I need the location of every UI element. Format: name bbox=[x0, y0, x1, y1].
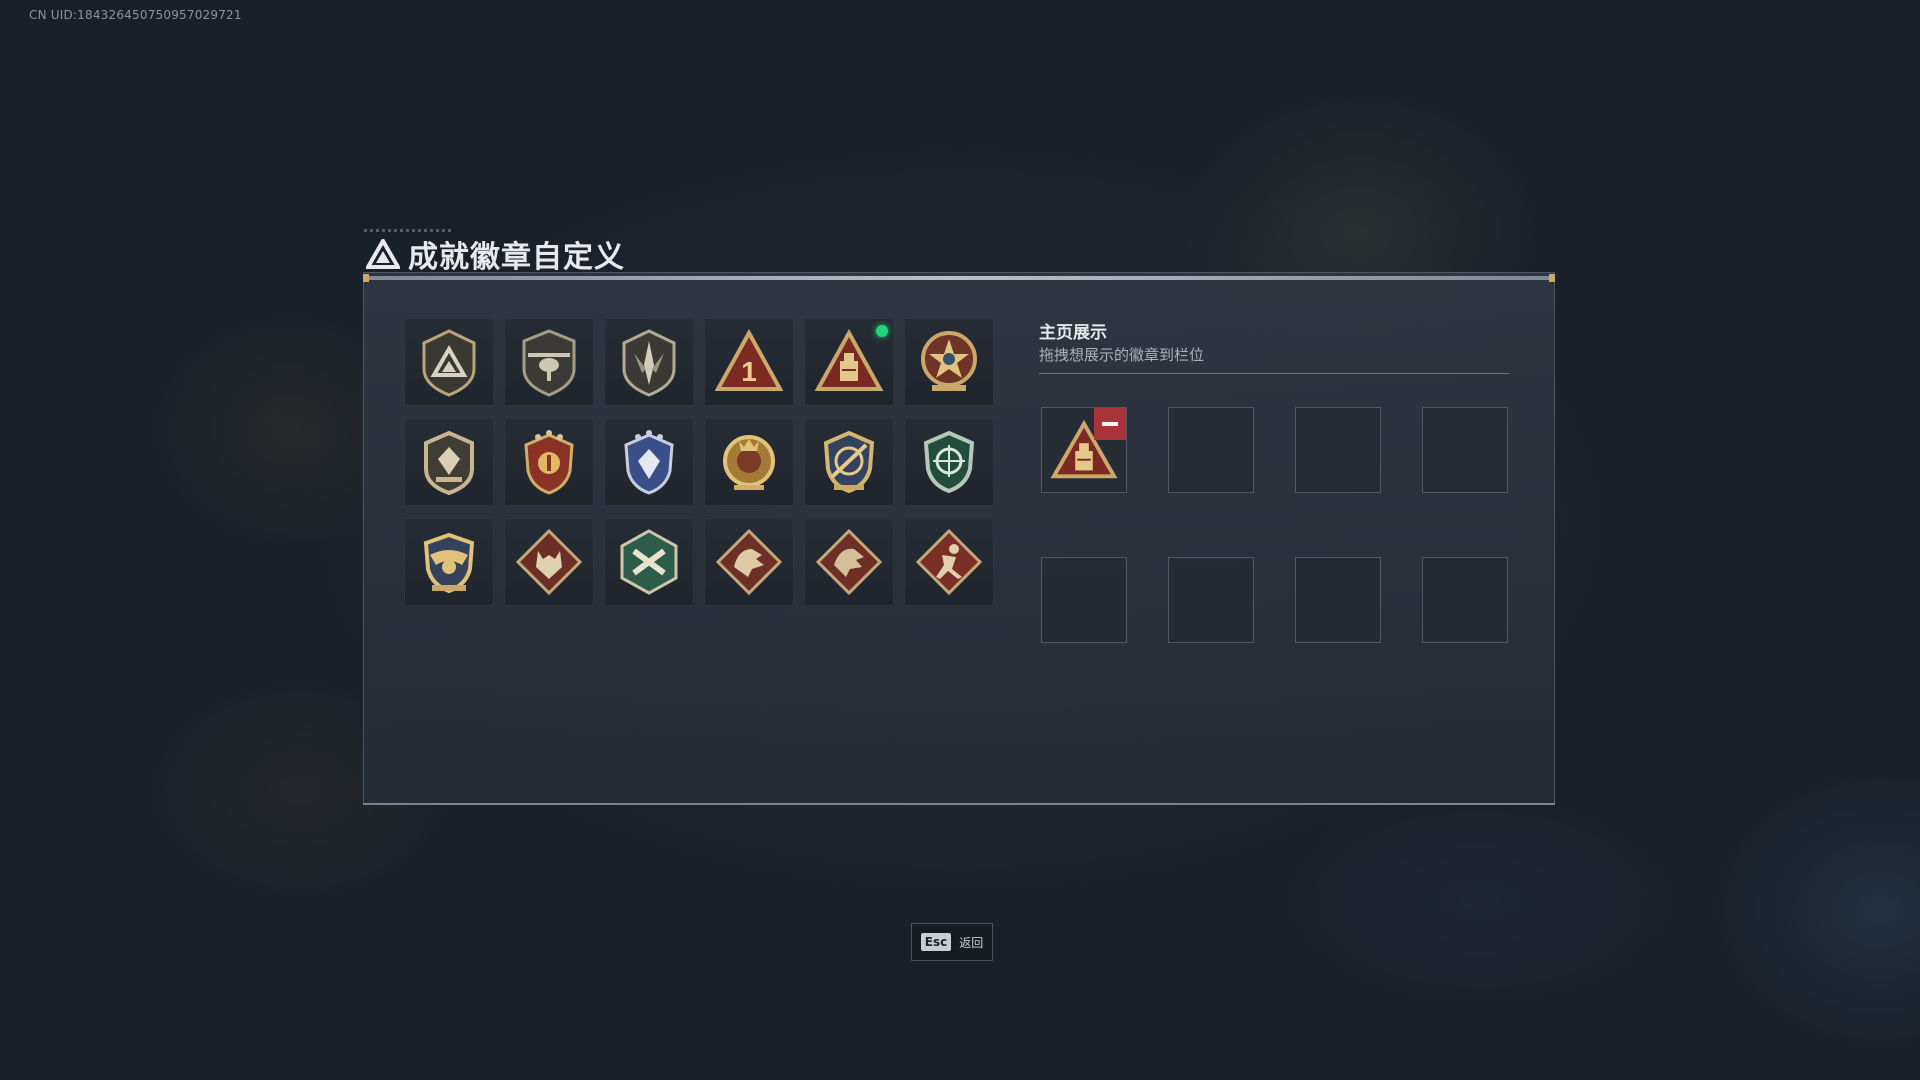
new-indicator-dot bbox=[876, 325, 888, 337]
gold-crown-crest-badge-icon bbox=[723, 435, 775, 490]
dragon-diamond-badge-icon bbox=[715, 528, 783, 596]
showcase-divider bbox=[1039, 373, 1509, 374]
badge-cell[interactable] bbox=[804, 418, 894, 506]
panel-corner-left bbox=[363, 274, 369, 282]
badge-cell[interactable] bbox=[504, 418, 594, 506]
minus-icon bbox=[1102, 422, 1118, 426]
showcase-slot[interactable] bbox=[1295, 407, 1381, 493]
red-triangle-number-one-badge-icon: 1 bbox=[714, 328, 784, 391]
badge-cell[interactable] bbox=[404, 318, 494, 406]
panel-bottom-border bbox=[363, 803, 1555, 805]
triangle-shield-badge-icon bbox=[422, 329, 476, 397]
esc-key-icon: Esc bbox=[920, 933, 952, 951]
badge-cell[interactable] bbox=[804, 318, 894, 406]
svg-text:1: 1 bbox=[741, 356, 757, 387]
blue-crest-badge-icon bbox=[624, 430, 674, 495]
showcase-title: 主页展示 bbox=[1039, 323, 1107, 343]
page-title: 成就徽章自定义 bbox=[408, 240, 625, 275]
showcase-slot[interactable] bbox=[1295, 557, 1381, 643]
back-label: 返回 bbox=[959, 935, 984, 950]
green-weapon-hex-badge-icon bbox=[620, 529, 678, 595]
green-crosshair-badge-icon bbox=[923, 430, 975, 494]
panel-corner-right bbox=[1549, 274, 1555, 282]
red-crest-badge-icon bbox=[524, 430, 574, 495]
star-wreath-badge-icon bbox=[921, 331, 977, 391]
showcase-subtitle: 拖拽想展示的徽章到栏位 bbox=[1039, 346, 1205, 364]
wolf-diamond-badge-icon bbox=[515, 528, 583, 596]
badge-cell[interactable] bbox=[604, 418, 694, 506]
helicopter-shield-badge-icon bbox=[522, 329, 576, 397]
panel-top-border bbox=[363, 276, 1555, 280]
runner-diamond-badge-icon bbox=[915, 528, 983, 596]
screen: CN UID:184326450750957029721 成就徽章自定义 1 主… bbox=[0, 0, 1920, 1080]
badge-cell[interactable] bbox=[704, 518, 794, 606]
delta-logo-icon bbox=[366, 239, 400, 269]
badge-grid: 1 bbox=[404, 318, 994, 606]
red-triangle-tower-badge-icon bbox=[814, 328, 884, 391]
badge-cell[interactable] bbox=[604, 518, 694, 606]
uid-label: CN UID:184326450750957029721 bbox=[29, 8, 242, 22]
badge-cell[interactable] bbox=[904, 418, 994, 506]
crosshair-gold-crest-badge-icon bbox=[823, 430, 875, 494]
badge-cell[interactable] bbox=[804, 518, 894, 606]
badge-cell[interactable] bbox=[404, 418, 494, 506]
badge-cell[interactable] bbox=[904, 318, 994, 406]
badge-cell[interactable] bbox=[704, 418, 794, 506]
winged-shield-badge-icon bbox=[424, 430, 474, 496]
showcase-slot[interactable] bbox=[1422, 557, 1508, 643]
showcase-slots bbox=[1041, 407, 1508, 643]
badge-cell[interactable] bbox=[904, 518, 994, 606]
blade-shield-badge-icon bbox=[622, 329, 676, 397]
page-header: 成就徽章自定义 bbox=[366, 232, 625, 276]
badge-cell[interactable] bbox=[604, 318, 694, 406]
showcase-slot[interactable] bbox=[1168, 557, 1254, 643]
dragon-diamond-badge-alt-icon bbox=[815, 528, 883, 596]
showcase-slot[interactable] bbox=[1168, 407, 1254, 493]
showcase-slot[interactable] bbox=[1041, 557, 1127, 643]
gold-eagle-crest-badge-icon bbox=[423, 532, 475, 594]
badge-cell[interactable] bbox=[504, 318, 594, 406]
showcase-slot[interactable] bbox=[1041, 407, 1127, 493]
badge-cell[interactable]: 1 bbox=[704, 318, 794, 406]
badge-cell[interactable] bbox=[504, 518, 594, 606]
remove-badge-button[interactable] bbox=[1094, 408, 1126, 440]
back-button[interactable]: Esc 返回 bbox=[911, 923, 993, 961]
badge-cell[interactable] bbox=[404, 518, 494, 606]
showcase-slot[interactable] bbox=[1422, 407, 1508, 493]
